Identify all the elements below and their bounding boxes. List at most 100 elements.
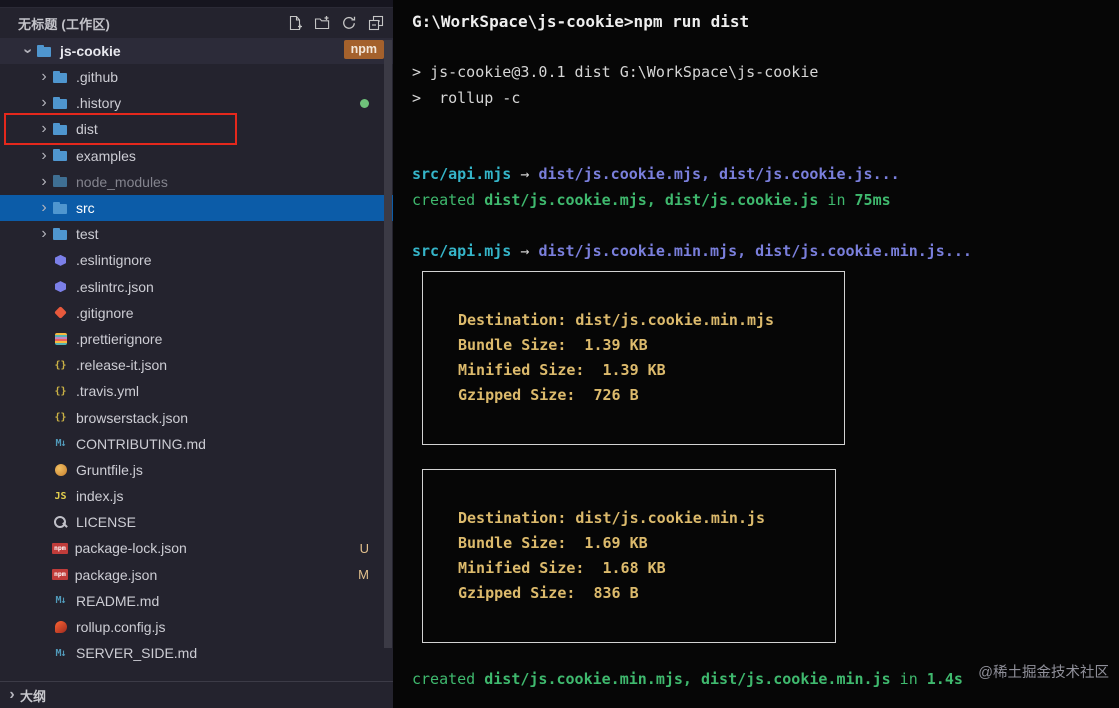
git-status-dot: [360, 98, 369, 108]
terminal-panel[interactable]: G:\WorkSpace\js-cookie>npm run dist > js…: [393, 0, 1119, 708]
file-label: node_modules: [76, 173, 168, 190]
file-label: .travis.yml: [76, 383, 139, 400]
markdown-icon: M↓: [55, 438, 66, 450]
tree-item-browserstack.json[interactable]: {} browserstack.json: [0, 404, 393, 430]
file-label: examples: [76, 147, 136, 164]
file-label: CONTRIBUTING.md: [76, 435, 206, 452]
chevron-right-icon: [4, 687, 20, 703]
tree-item-package.json[interactable]: npm package.json M: [0, 562, 393, 588]
json-icon: {}: [54, 359, 67, 371]
folder-icon: [52, 227, 69, 242]
tree-item-Gruntfile.js[interactable]: Gruntfile.js: [0, 457, 393, 483]
eslint-icon: [52, 253, 69, 268]
terminal-line: G:\WorkSpace\js-cookie>npm run dist: [412, 9, 1119, 35]
tree-item-index.js[interactable]: JS index.js: [0, 483, 393, 509]
terminal-text-segment: dist/js.cookie.min.mjs, dist/js.cookie.m…: [484, 670, 891, 688]
rollup-size-box: Destination: dist/js.cookie.min.js Bundle…: [422, 469, 837, 643]
new-folder-icon[interactable]: [313, 14, 331, 32]
js-icon: JS: [54, 490, 67, 502]
tree-item-rollup.config.js[interactable]: rollup.config.js: [0, 614, 393, 640]
git-status-badge: U: [359, 540, 369, 556]
file-label: SERVER_SIDE.md: [76, 645, 198, 662]
tree-item-test[interactable]: test: [0, 221, 393, 247]
outline-section-header[interactable]: 大纲: [0, 681, 393, 708]
file-label: .release-it.json: [76, 357, 168, 374]
size-value: 1.39 KB: [584, 361, 666, 379]
tree-item-.gitignore[interactable]: .gitignore: [0, 300, 393, 326]
folder-icon: [52, 148, 69, 163]
tree-item-examples[interactable]: examples: [0, 143, 393, 169]
folder-icon: [52, 201, 69, 216]
tree-item-.github[interactable]: .github: [0, 64, 393, 90]
collapse-all-icon[interactable]: [367, 14, 385, 32]
terminal-text-segment: ...: [872, 165, 900, 183]
markdown-icon: M↓: [55, 647, 66, 659]
tree-item-.eslintrc.json[interactable]: .eslintrc.json: [0, 274, 393, 300]
terminal-content: G:\WorkSpace\js-cookie>npm run dist > js…: [412, 9, 1119, 693]
terminal-text-segment: created: [412, 190, 485, 209]
size-label: Destination:: [458, 509, 567, 527]
terminal-text-segment: src/api.mjs: [412, 165, 512, 183]
tree-item-.eslintignore[interactable]: .eslintignore: [0, 247, 393, 273]
file-tree: .github .history dist examples node_moduless…: [0, 64, 393, 666]
size-label: Bundle Size:: [458, 336, 567, 354]
tree-item-.travis.yml[interactable]: {} .travis.yml: [0, 378, 393, 404]
terminal-text-segment: src/api.mjs: [412, 241, 512, 260]
tree-item-.release-it.json[interactable]: {} .release-it.json: [0, 352, 393, 378]
size-box-row: Gzipped Size: 726 B: [458, 383, 774, 408]
size-label: Destination:: [458, 311, 567, 329]
terminal-text-segment: ...: [944, 241, 972, 260]
terminal-line: > rollup -c: [412, 86, 1119, 112]
tree-item-dist[interactable]: dist: [0, 113, 393, 145]
file-label: browserstack.json: [76, 409, 189, 426]
terminal-line: src/api.mjs → dist/js.cookie.mjs, dist/j…: [412, 162, 1119, 188]
file-label: dist: [76, 121, 98, 138]
folder-icon: [52, 122, 69, 137]
json-icon: {}: [54, 412, 67, 424]
size-value: 726 B: [575, 386, 639, 404]
prettier-icon: [52, 331, 69, 346]
file-label: LICENSE: [76, 514, 136, 531]
terminal-line: created dist/js.cookie.mjs, dist/js.cook…: [412, 188, 1119, 214]
tree-item-node_modules[interactable]: node_modules: [0, 169, 393, 195]
file-label: .eslintignore: [76, 252, 152, 269]
file-label: .history: [76, 95, 122, 112]
folder-icon: [52, 70, 69, 85]
file-label: .github: [76, 69, 119, 86]
file-label: .eslintrc.json: [76, 278, 154, 295]
terminal-text-segment: 75ms: [854, 190, 891, 209]
npm-icon: npm: [52, 569, 68, 580]
vscode-window: 无标题 (工作区) js-cookie npm .github .history d…: [0, 0, 1119, 708]
size-box-row: Gzipped Size: 836 B: [458, 581, 765, 606]
new-file-icon[interactable]: [286, 14, 304, 32]
size-label: Gzipped Size:: [458, 386, 576, 404]
tree-item-src[interactable]: src: [0, 194, 393, 222]
explorer-header: 无标题 (工作区): [0, 8, 393, 38]
tree-item-CONTRIBUTING.md[interactable]: M↓ CONTRIBUTING.md: [0, 431, 393, 457]
explorer-toolbar: [286, 14, 385, 32]
tree-item-README.md[interactable]: M↓ README.md: [0, 588, 393, 614]
file-label: package.json: [74, 566, 158, 583]
tree-item-js-cookie[interactable]: js-cookie npm: [0, 38, 393, 64]
tree-item-LICENSE[interactable]: LICENSE: [0, 509, 393, 535]
size-box-row: Destination: dist/js.cookie.min.mjs: [458, 308, 774, 333]
file-label: src: [76, 200, 95, 217]
chevron-right-icon: [36, 121, 52, 137]
outline-label: 大纲: [20, 688, 47, 704]
terminal-text-segment: created: [412, 670, 485, 688]
refresh-icon[interactable]: [340, 14, 358, 32]
file-label: .gitignore: [76, 304, 134, 321]
terminal-text-segment: dist/js.cookie.min.mjs, dist/js.cookie.m…: [538, 241, 945, 260]
tree-item-.history[interactable]: .history: [0, 90, 393, 116]
tree-item-SERVER_SIDE.md[interactable]: M↓ SERVER_SIDE.md: [0, 640, 393, 666]
tree-item-.prettierignore[interactable]: .prettierignore: [0, 326, 393, 352]
eslint-icon: [52, 279, 69, 294]
chevron-right-icon: [36, 148, 52, 164]
explorer-scrollbar[interactable]: [384, 40, 392, 648]
tree-item-package-lock.json[interactable]: npm package-lock.json U: [0, 535, 393, 561]
chevron-right-icon: [36, 174, 52, 190]
size-label: Minified Size:: [458, 361, 585, 379]
